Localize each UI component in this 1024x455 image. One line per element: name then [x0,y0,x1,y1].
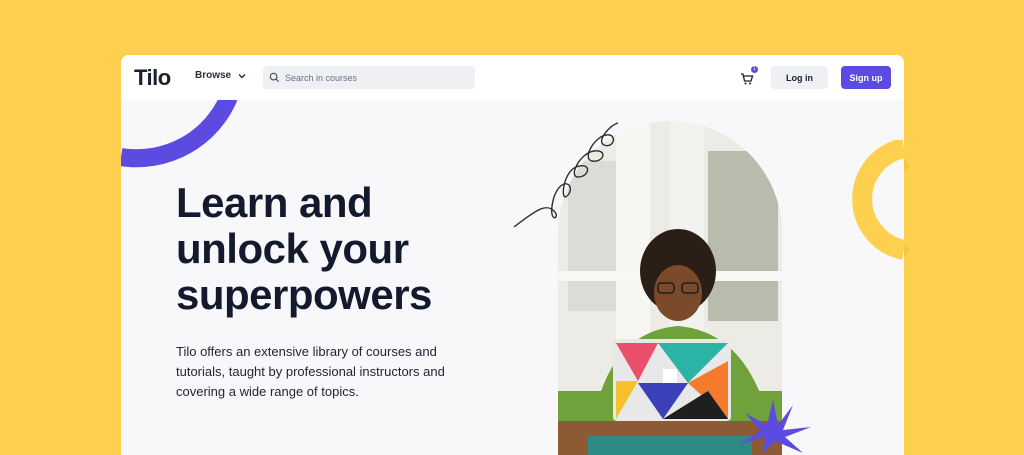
browser-window: Tilo Browse 1 Log in Sign up [121,55,904,455]
hero-title-line-3: superpowers [176,271,432,318]
hero-title-line-1: Learn and [176,179,373,226]
browse-menu-button[interactable]: Browse [195,70,247,81]
hero-description: Tilo offers an extensive library of cour… [176,344,445,399]
search-icon [269,72,280,83]
login-button[interactable]: Log in [771,66,828,89]
search-input[interactable] [285,72,465,83]
cart-icon [741,73,754,85]
hero-title: Learn and unlock your superpowers [176,180,506,318]
signup-button[interactable]: Sign up [841,66,891,89]
cart-count-badge: 1 [751,66,758,73]
yellow-ring-inner-decoration [852,140,904,260]
browse-label: Browse [195,70,232,81]
purple-starburst-decoration [738,400,811,453]
cart-button[interactable]: 1 [740,66,758,86]
hero-title-line-2: unlock your [176,225,409,272]
search-bar [263,66,475,89]
purple-arc-decoration [121,95,238,168]
top-navigation-bar: Tilo Browse 1 Log in Sign up [121,55,904,100]
logo[interactable]: Tilo [134,65,171,91]
chevron-down-icon [238,73,246,78]
squiggle-decoration [513,122,619,228]
